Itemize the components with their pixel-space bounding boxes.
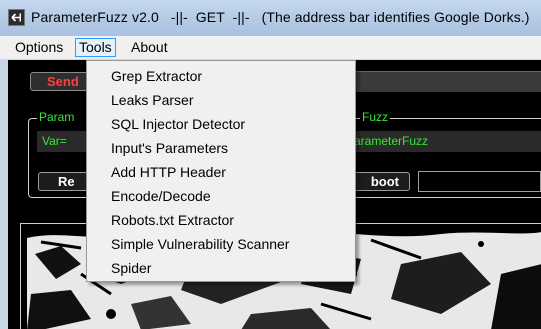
menu-item-robots-extractor[interactable]: Robots.txt Extractor [89, 208, 353, 232]
window-title: ParameterFuzz v2.0 -||- GET -||- (The ad… [31, 9, 530, 25]
menu-item-add-http-header[interactable]: Add HTTP Header [89, 160, 353, 184]
address-bar[interactable] [348, 71, 541, 92]
variable-label: Var= [42, 134, 67, 148]
parameter-group-legend: Param [37, 111, 87, 124]
menu-item-simple-vulnerability-scanner[interactable]: Simple Vulnerability Scanner [89, 232, 353, 256]
menu-bar: Options Tools About [0, 36, 541, 60]
menu-item-grep-extractor[interactable]: Grep Extractor [89, 64, 353, 88]
menu-options[interactable]: Options [12, 38, 66, 57]
menu-item-leaks-parser[interactable]: Leaks Parser [89, 88, 353, 112]
menu-item-sql-injector-detector[interactable]: SQL Injector Detector [89, 112, 353, 136]
variable-value: arameterFuzz [354, 134, 429, 148]
app-icon [8, 9, 25, 26]
menu-tools[interactable]: Tools [75, 38, 116, 57]
menu-item-spider[interactable]: Spider [89, 256, 353, 280]
tools-dropdown-menu: Grep Extractor Leaks Parser SQL Injector… [86, 60, 356, 282]
output-field[interactable] [418, 171, 541, 192]
menu-about[interactable]: About [128, 38, 171, 57]
fuzz-group-legend: Fuzz [360, 110, 391, 124]
menu-item-encode-decode[interactable]: Encode/Decode [89, 184, 353, 208]
menu-item-inputs-parameters[interactable]: Input's Parameters [89, 136, 353, 160]
title-bar[interactable]: ParameterFuzz v2.0 -||- GET -||- (The ad… [0, 0, 541, 36]
